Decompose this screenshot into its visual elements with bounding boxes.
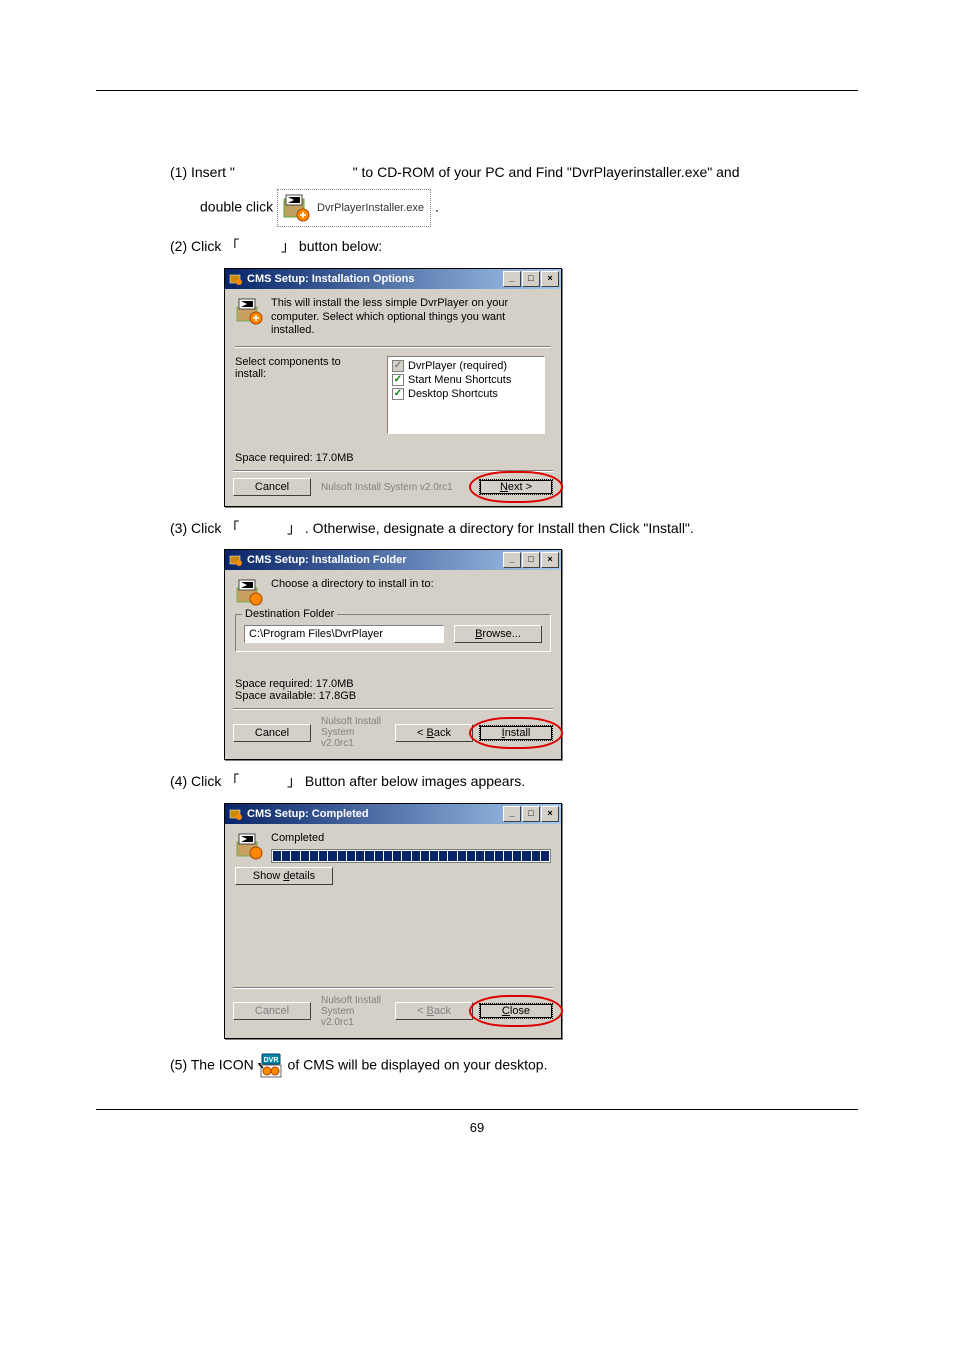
step2-a: (2) Click [170,238,225,254]
step1-period: . [435,199,439,215]
group-legend: Destination Folder [242,608,337,620]
dlg1-desc: This will install the less simple DvrPla… [271,297,551,338]
titlebar-icon [229,807,243,821]
opt1-label: DvrPlayer (required) [408,360,507,372]
dlg3-title: CMS Setup: Completed [247,808,369,820]
step5-b: of CMS will be displayed on your desktop… [288,1056,548,1072]
nsis-label: Nulsoft Install System v2.0rc1 [317,995,389,1028]
minimize-button[interactable]: _ [503,271,521,287]
bracket-r: 」 [287,522,301,537]
destination-group: Destination Folder C:\Program Files\DvrP… [235,614,551,652]
step4-b: Button after below images appears. [305,773,525,789]
progress-bar [271,849,551,863]
step5-a: (5) The ICON [170,1056,258,1072]
step1-line2: double click DvrPlayerInstaller.exe . [200,189,858,227]
step-1: (1) Insert " " to CD-ROM of your PC and … [170,161,858,183]
maximize-button[interactable]: □ [522,806,540,822]
step-2: (2) Click 「 」 button below: [170,235,858,259]
dlg3-completed: Completed [271,832,551,846]
installer-file-icon [281,193,311,223]
opt3-label: Desktop Shortcuts [408,388,498,400]
top-rule [96,90,858,91]
highlight-ring: Next > [479,479,553,495]
checkbox-icon: ✓ [392,374,404,386]
maximize-button[interactable]: □ [522,552,540,568]
show-details-button[interactable]: Show details [235,867,333,885]
back-button[interactable]: < Back [395,724,473,742]
dlg2-title: CMS Setup: Installation Folder [247,554,407,566]
components-list[interactable]: ✓ DvrPlayer (required) ✓ Start Menu Shor… [387,356,545,434]
dialog-install-folder: CMS Setup: Installation Folder _ □ × [224,549,562,760]
dlg2-space-avail: Space available: 17.8GB [235,690,551,702]
bracket-r: 」 [281,240,295,255]
dlg2-desc: Choose a directory to install in to: [271,578,434,592]
step-3: (3) Click 「 」 . Otherwise, designate a d… [170,517,858,541]
back-button: < Back [395,1002,473,1020]
checkbox-icon: ✓ [392,360,404,372]
checkbox-icon: ✓ [392,388,404,400]
component-desktop[interactable]: ✓ Desktop Shortcuts [392,388,540,400]
path-input[interactable]: C:\Program Files\DvrPlayer [244,625,444,643]
next-label: ext > [508,481,532,493]
bottom-rule [96,1109,858,1110]
cancel-button[interactable]: Cancel [233,478,311,496]
step1-text-b: " to CD-ROM of your PC and Find "DvrPlay… [353,164,740,180]
titlebar-icon [229,553,243,567]
component-dvrplayer[interactable]: ✓ DvrPlayer (required) [392,360,540,372]
titlebar-1: CMS Setup: Installation Options _ □ × [225,269,561,289]
titlebar-2: CMS Setup: Installation Folder _ □ × [225,550,561,570]
install-button[interactable]: Install [479,725,553,741]
step3-a: (3) Click [170,520,225,536]
highlight-ring: Close [479,1003,553,1019]
step4-a: (4) Click [170,773,225,789]
next-button[interactable]: Next > [479,479,553,495]
highlight-ring: Install [479,725,553,741]
bracket-l: 「 [225,775,239,790]
cancel-button: Cancel [233,1002,311,1020]
component-startmenu[interactable]: ✓ Start Menu Shortcuts [392,374,540,386]
step1-double-click: double click [200,199,277,215]
svg-text:DVR: DVR [263,1057,278,1064]
dlg1-title: CMS Setup: Installation Options [247,273,414,285]
step-5: (5) The ICON DVR of CMS will be displaye… [170,1053,858,1079]
nsis-label: Nulsoft Install System v2.0rc1 [317,716,389,749]
page-number: 69 [96,1120,858,1135]
opt2-label: Start Menu Shortcuts [408,374,511,386]
titlebar-icon [229,272,243,286]
cancel-button[interactable]: Cancel [233,724,311,742]
step3-b: . Otherwise, designate a directory for I… [305,520,694,536]
package-icon [235,578,263,606]
close-window-button[interactable]: × [541,271,559,287]
close-window-button[interactable]: × [541,806,559,822]
bracket-r: 」 [287,775,301,790]
dialog-completed: CMS Setup: Completed _ □ × [224,803,562,1039]
close-button[interactable]: Close [479,1003,553,1019]
maximize-button[interactable]: □ [522,271,540,287]
minimize-button[interactable]: _ [503,806,521,822]
browse-button[interactable]: Browse... [454,625,542,643]
dlg1-space: Space required: 17.0MB [235,452,551,464]
package-icon [235,832,263,860]
bracket-l: 「 [225,240,239,255]
minimize-button[interactable]: _ [503,552,521,568]
titlebar-3: CMS Setup: Completed _ □ × [225,804,561,824]
installer-file[interactable]: DvrPlayerInstaller.exe [277,189,431,227]
close-window-button[interactable]: × [541,552,559,568]
dvr-desktop-icon: DVR [258,1053,284,1079]
installer-file-label: DvrPlayerInstaller.exe [317,200,424,218]
dialog-install-options: CMS Setup: Installation Options _ □ × [224,268,562,507]
dlg2-space-req: Space required: 17.0MB [235,678,551,690]
bracket-l: 「 [225,522,239,537]
step2-b: button below: [299,238,382,254]
step-4: (4) Click 「 」 Button after below images … [170,770,858,794]
package-icon [235,297,263,325]
nsis-label: Nulsoft Install System v2.0rc1 [317,482,473,493]
dlg1-select-label: Select components to install: [235,356,373,434]
step1-text-a: (1) Insert " [170,164,235,180]
